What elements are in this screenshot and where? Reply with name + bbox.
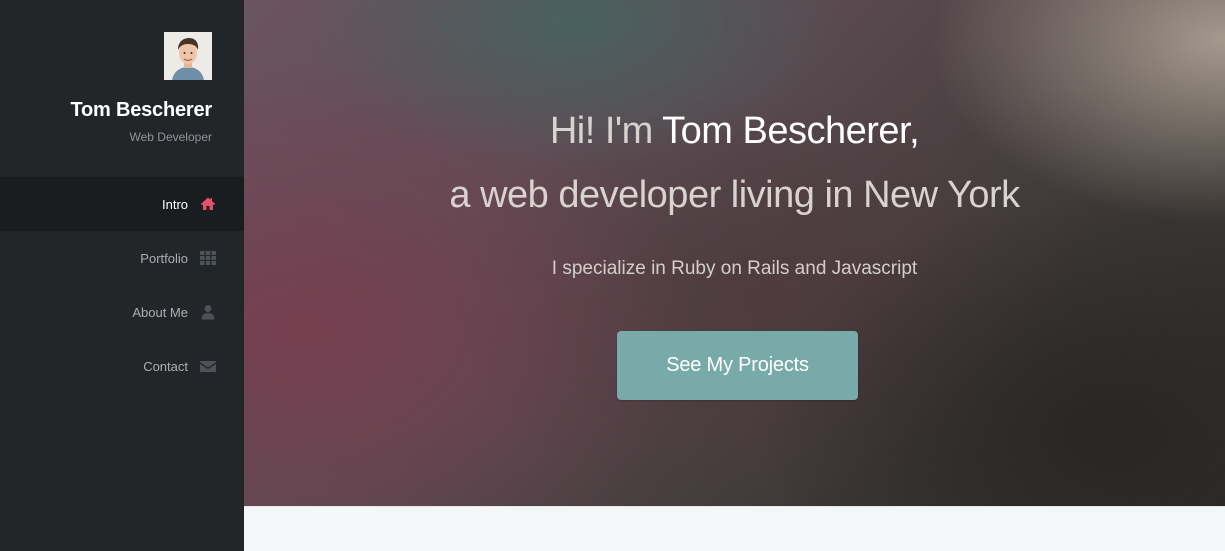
hero-subtitle: I specialize in Ruby on Rails and Javasc… [551,258,918,279]
see-my-projects-button[interactable]: See My Projects [617,331,858,400]
envelope-icon [200,358,216,374]
sidebar: Tom Bescherer Web Developer Intro Portfo… [0,0,244,551]
hero-greeting: Hi! I'm [549,110,663,152]
home-icon [200,196,216,212]
sidebar-item-portfolio[interactable]: Portfolio [0,231,244,285]
avatar [164,32,212,80]
profile: Tom Bescherer Web Developer [0,0,244,177]
sidebar-item-about-me[interactable]: About Me [0,285,244,339]
page: Tom Bescherer Web Developer Intro Portfo… [0,0,1225,551]
sidebar-item-contact[interactable]: Contact [0,339,244,393]
sidebar-item-label: About Me [132,304,188,320]
sidebar-item-label: Contact [143,358,188,374]
hero-tagline: a web developer living in New York [449,174,1020,216]
user-icon [200,304,216,320]
sidebar-nav: Intro Portfolio About Me Contact [0,177,244,393]
sidebar-item-intro[interactable]: Intro [0,177,244,231]
hero-name: Tom Bescherer, [662,110,920,152]
sidebar-item-label: Portfolio [140,250,188,266]
profile-role: Web Developer [129,130,213,144]
content-section [244,506,1225,551]
grid-icon [200,250,216,266]
hero-heading: Hi! I'm Tom Bescherer, [244,110,1225,153]
profile-name: Tom Bescherer [70,99,212,121]
hero: Hi! I'm Tom Bescherer, a web developer l… [244,0,1225,506]
sidebar-item-label: Intro [161,196,188,212]
